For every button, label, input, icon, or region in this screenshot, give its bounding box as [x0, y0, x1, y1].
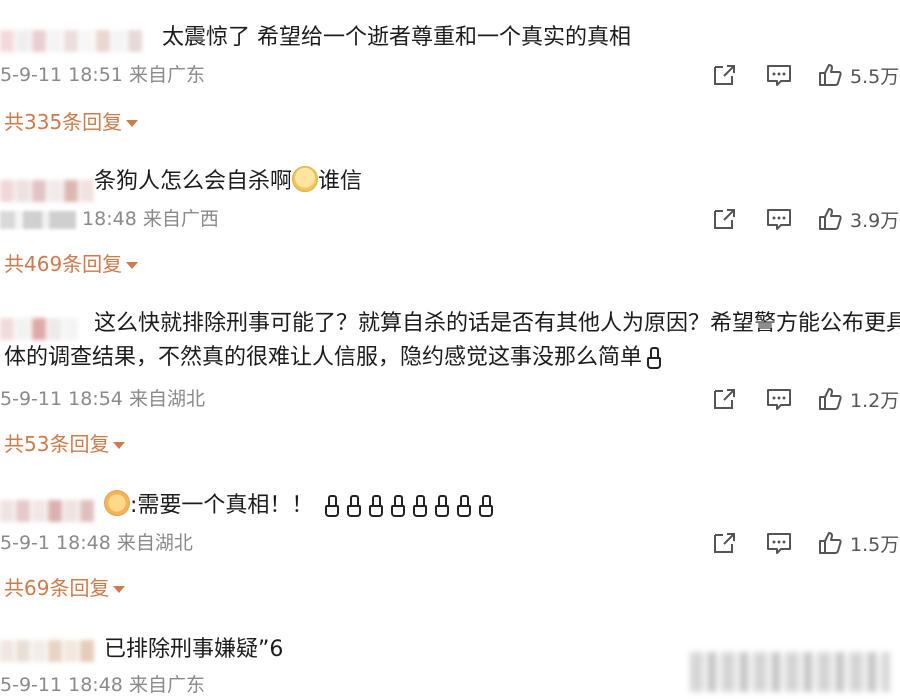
prayer-hands-emoji — [324, 495, 340, 517]
prayer-hands-emoji — [346, 495, 362, 517]
username-blurred[interactable] — [0, 318, 80, 340]
comment-meta: 5-9-11 18:51 来自广东 — [0, 60, 205, 90]
comment-icon — [767, 65, 791, 86]
prayer-hands-emoji — [434, 495, 450, 517]
prayer-hands-emoji — [646, 347, 662, 369]
username-blurred[interactable] — [0, 640, 96, 662]
comment-time: 18:54 — [68, 388, 123, 410]
share-icon — [714, 533, 735, 553]
comment-icon — [767, 209, 791, 230]
comment-text-part: :需要一个真相！！ — [130, 493, 314, 518]
comment-button[interactable] — [766, 60, 792, 90]
watermark — [690, 652, 890, 692]
comment-text-part: 条狗人怎么会自杀啊 — [94, 169, 293, 194]
like-count: 1.2万 — [850, 389, 900, 412]
like-count: 3.9万 — [850, 209, 900, 232]
comment-location: 来自湖北 — [116, 532, 193, 554]
chevron-down-icon — [113, 442, 126, 449]
comment-text: :需要一个真相！！ — [104, 490, 496, 522]
comment-meta: 5-9-11 18:54 来自湖北 — [0, 384, 205, 414]
comment-location: 来自广东 — [128, 674, 205, 696]
share-icon — [714, 65, 735, 85]
chevron-down-icon — [126, 262, 139, 269]
like-count: 5.5万 — [850, 65, 900, 88]
like-button[interactable]: 5.5万 — [818, 60, 899, 90]
like-count: 1.5万 — [850, 533, 900, 556]
view-replies-link[interactable]: 共335条回复 — [4, 108, 139, 136]
comment-button[interactable] — [766, 204, 792, 234]
prayer-hands-emoji — [478, 495, 494, 517]
thumbs-up-icon — [819, 208, 842, 230]
share-icon — [714, 389, 735, 409]
comment-text: 太震惊了 希望给一个逝者尊重和一个真实的真相 — [162, 25, 631, 50]
username-blurred[interactable] — [0, 180, 96, 202]
chevron-down-icon — [113, 586, 126, 593]
replies-count: 共335条回复 — [4, 110, 123, 134]
comment-text-part: 谁信 — [318, 169, 363, 194]
comment-time: 18:48 — [68, 674, 123, 696]
comment-date: 5-9-1 — [0, 532, 50, 554]
comment-text-line-2: 体的调查结果，不然真的很难让人信服，隐约感觉这事没那么简单 — [4, 342, 664, 374]
chevron-down-icon — [126, 120, 139, 127]
comment-location: 来自湖北 — [128, 388, 205, 410]
share-button[interactable] — [712, 60, 738, 90]
date-blurred — [0, 210, 76, 229]
like-button[interactable]: 3.9万 — [818, 204, 899, 234]
prayer-hands-emoji — [368, 495, 384, 517]
share-icon — [714, 209, 735, 229]
comment-time: 18:48 — [56, 532, 111, 554]
username-blurred[interactable] — [0, 500, 96, 522]
comment-date: 5-9-11 — [0, 64, 63, 86]
comment-time: 18:51 — [68, 64, 123, 86]
comment-meta: 18:48 来自广西 — [0, 204, 219, 234]
replies-count: 共69条回复 — [4, 576, 110, 600]
comment-date: 5-9-11 — [0, 674, 63, 696]
comment-text: 已排除刑事嫌疑”6 — [104, 637, 284, 662]
view-replies-link[interactable]: 共69条回复 — [4, 574, 126, 602]
like-button[interactable]: 1.2万 — [818, 384, 899, 414]
replies-count: 共53条回复 — [4, 432, 110, 456]
like-button[interactable]: 1.5万 — [818, 528, 899, 558]
comment-icon — [767, 389, 791, 410]
comment-icon — [767, 533, 791, 554]
prayer-hands-emoji — [456, 495, 472, 517]
comment-text-part: 体的调查结果，不然真的很难让人信服，隐约感觉这事没那么简单 — [4, 345, 643, 370]
view-replies-link[interactable]: 共469条回复 — [4, 250, 139, 278]
comment-text: 条狗人怎么会自杀啊 谁信 — [94, 166, 362, 198]
comment-button[interactable] — [766, 384, 792, 414]
comment-location: 来自广西 — [142, 208, 219, 230]
comment-location: 来自广东 — [128, 64, 205, 86]
prayer-hands-emoji — [390, 495, 406, 517]
comment-button[interactable] — [766, 528, 792, 558]
replies-count: 共469条回复 — [4, 252, 123, 276]
username-blurred[interactable] — [0, 30, 144, 52]
view-replies-link[interactable]: 共53条回复 — [4, 430, 126, 458]
thumbs-up-icon — [819, 388, 842, 410]
comment-date: 5-9-11 — [0, 388, 63, 410]
share-button[interactable] — [712, 204, 738, 234]
crying-face-emoji — [104, 490, 130, 516]
comment-meta: 5-9-1 18:48 来自湖北 — [0, 528, 193, 558]
comment-meta: 5-9-11 18:48 来自广东 — [0, 670, 205, 700]
comment-text-line-1: 这么快就排除刑事可能了？就算自杀的话是否有其他人为原因？希望警方能公布更具 — [94, 311, 900, 336]
prayer-hands-emoji — [412, 495, 428, 517]
comment-time: 18:48 — [82, 208, 137, 230]
share-button[interactable] — [712, 528, 738, 558]
share-button[interactable] — [712, 384, 738, 414]
thumbs-up-icon — [819, 532, 842, 554]
thumbs-up-icon — [819, 64, 842, 86]
crying-face-emoji — [292, 166, 319, 192]
